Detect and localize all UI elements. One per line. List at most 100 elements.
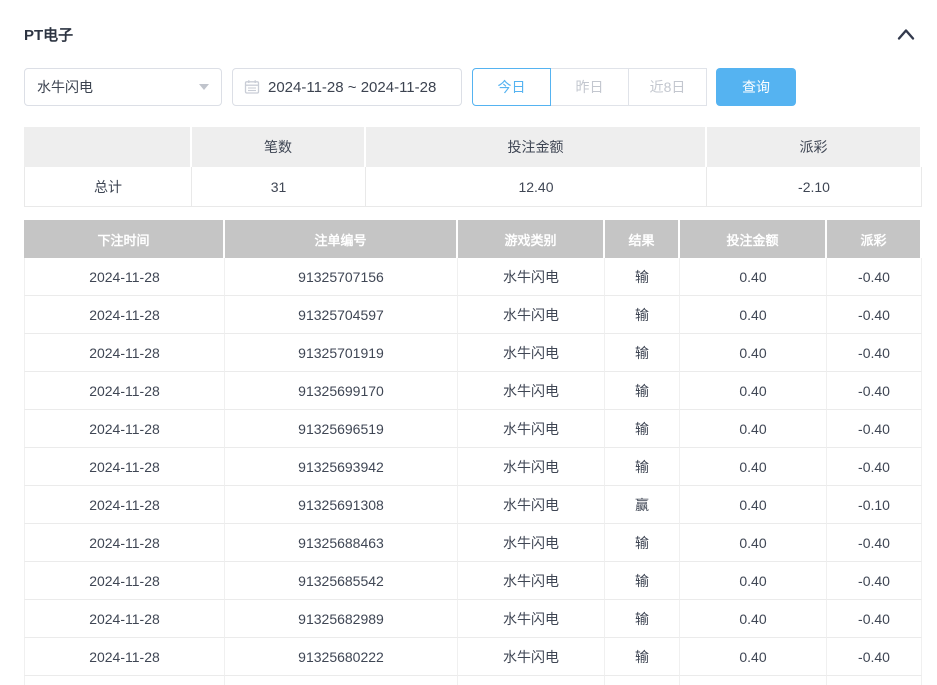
cell-bet-amount: 0.40	[680, 334, 827, 372]
cell-bet-time: 2024-11-28	[24, 410, 225, 448]
table-row: 2024-11-28 91325685542 水牛闪电 输 0.40 -0.40	[24, 562, 922, 600]
calendar-icon	[244, 79, 260, 95]
cell-order-number: 91325691308	[225, 486, 458, 524]
cell-bet-time: 2024-11-28	[24, 448, 225, 486]
date-range-input[interactable]: 2024-11-28 ~ 2024-11-28	[232, 68, 462, 106]
table-row: 2024-11-28 91325701919 水牛闪电 输 0.40 -0.40	[24, 334, 922, 372]
cell-payout: -0.40	[827, 600, 922, 638]
cell-bet-amount: 0.40	[680, 296, 827, 334]
cell-payout: -0.40	[827, 258, 922, 296]
table-row: 2024-11-28 91325699170 水牛闪电 输 0.40 -0.40	[24, 372, 922, 410]
quick-range-button[interactable]: 今日	[472, 68, 551, 106]
cell-bet-time: 2024-11-28	[24, 372, 225, 410]
quick-range-group: 今日 昨日 近8日	[472, 68, 707, 106]
cell-result: 输	[605, 258, 680, 296]
cell-bet-amount: 0.40	[680, 562, 827, 600]
cell-game-type: 水牛闪电	[458, 448, 605, 486]
date-range-value: 2024-11-28 ~ 2024-11-28	[268, 79, 436, 96]
table-row: 水牛闪电 输	[24, 676, 922, 685]
cell-bet-time: 2024-11-28	[24, 486, 225, 524]
cell-bet-amount: 0.40	[680, 258, 827, 296]
records-table: 下注时间 注单编号 游戏类别 结果 投注金额 派彩 2024-11-28 913…	[24, 220, 922, 685]
cell-bet-amount: 0.40	[680, 486, 827, 524]
cell-bet-amount	[680, 676, 827, 685]
cell-result: 输	[605, 448, 680, 486]
cell-bet-time: 2024-11-28	[24, 600, 225, 638]
cell-payout: -0.40	[827, 296, 922, 334]
cell-order-number: 91325682989	[225, 600, 458, 638]
cell-payout: -0.40	[827, 638, 922, 676]
summary-total-row: 总计 31 12.40 -2.10	[24, 167, 922, 207]
page-title: PT电子	[24, 24, 73, 45]
quick-range-button[interactable]: 昨日	[550, 68, 629, 106]
summary-count: 31	[192, 167, 366, 207]
cell-bet-time: 2024-11-28	[24, 638, 225, 676]
game-select[interactable]: 水牛闪电	[24, 68, 222, 106]
cell-game-type: 水牛闪电	[458, 334, 605, 372]
table-row: 2024-11-28 91325693942 水牛闪电 输 0.40 -0.40	[24, 448, 922, 486]
cell-order-number: 91325701919	[225, 334, 458, 372]
cell-payout	[827, 676, 922, 685]
cell-bet-amount: 0.40	[680, 638, 827, 676]
records-header-cell: 下注时间	[24, 220, 225, 258]
cell-result: 输	[605, 600, 680, 638]
cell-order-number: 91325699170	[225, 372, 458, 410]
records-header-cell: 注单编号	[225, 220, 458, 258]
summary-header-cell: 投注金额	[366, 127, 707, 167]
cell-result: 输	[605, 334, 680, 372]
records-header-cell: 游戏类别	[458, 220, 605, 258]
cell-bet-time: 2024-11-28	[24, 562, 225, 600]
cell-payout: -0.40	[827, 410, 922, 448]
cell-payout: -0.40	[827, 448, 922, 486]
cell-game-type: 水牛闪电	[458, 562, 605, 600]
cell-result: 输	[605, 638, 680, 676]
quick-range-button[interactable]: 近8日	[628, 68, 707, 106]
collapse-chevron-up-icon[interactable]	[896, 27, 916, 42]
cell-order-number: 91325707156	[225, 258, 458, 296]
table-row: 2024-11-28 91325696519 水牛闪电 输 0.40 -0.40	[24, 410, 922, 448]
cell-order-number	[225, 676, 458, 685]
cell-bet-amount: 0.40	[680, 524, 827, 562]
records-header-cell: 派彩	[827, 220, 922, 258]
cell-order-number: 91325704597	[225, 296, 458, 334]
table-row: 2024-11-28 91325688463 水牛闪电 输 0.40 -0.40	[24, 524, 922, 562]
table-row: 2024-11-28 91325704597 水牛闪电 输 0.40 -0.40	[24, 296, 922, 334]
cell-game-type: 水牛闪电	[458, 524, 605, 562]
filter-bar: 水牛闪电 2024-11-28 ~ 2024-11-28 今日 昨日	[24, 68, 922, 106]
cell-bet-amount: 0.40	[680, 410, 827, 448]
cell-order-number: 91325688463	[225, 524, 458, 562]
cell-result: 输	[605, 372, 680, 410]
table-row: 2024-11-28 91325682989 水牛闪电 输 0.40 -0.40	[24, 600, 922, 638]
cell-result: 输	[605, 296, 680, 334]
cell-result: 输	[605, 410, 680, 448]
summary-amount: 12.40	[366, 167, 707, 207]
cell-result: 输	[605, 524, 680, 562]
query-button[interactable]: 查询	[716, 68, 796, 106]
cell-game-type: 水牛闪电	[458, 258, 605, 296]
cell-result: 输	[605, 676, 680, 685]
cell-order-number: 91325696519	[225, 410, 458, 448]
cell-payout: -0.40	[827, 562, 922, 600]
cell-order-number: 91325685542	[225, 562, 458, 600]
summary-header-cell	[24, 127, 192, 167]
cell-game-type: 水牛闪电	[458, 486, 605, 524]
cell-bet-time: 2024-11-28	[24, 296, 225, 334]
cell-payout: -0.40	[827, 524, 922, 562]
cell-bet-amount: 0.40	[680, 372, 827, 410]
records-header-cell: 投注金额	[680, 220, 827, 258]
summary-header-cell: 笔数	[192, 127, 366, 167]
cell-payout: -0.40	[827, 334, 922, 372]
panel-header: PT电子	[24, 24, 922, 45]
table-row: 2024-11-28 91325680222 水牛闪电 输 0.40 -0.40	[24, 638, 922, 676]
cell-game-type: 水牛闪电	[458, 600, 605, 638]
cell-game-type: 水牛闪电	[458, 410, 605, 448]
cell-bet-time: 2024-11-28	[24, 334, 225, 372]
summary-payout: -2.10	[707, 167, 922, 207]
summary-total-label: 总计	[24, 167, 192, 207]
pt-panel: PT电子 水牛闪电 2024-11-28 ~ 2024	[0, 0, 937, 685]
summary-table: 笔数 投注金额 派彩 总计 31 12.40 -2.10	[24, 127, 922, 207]
cell-bet-time: 2024-11-28	[24, 524, 225, 562]
game-select-value: 水牛闪电	[37, 77, 93, 97]
cell-payout: -0.40	[827, 372, 922, 410]
table-row: 2024-11-28 91325707156 水牛闪电 输 0.40 -0.40	[24, 258, 922, 296]
